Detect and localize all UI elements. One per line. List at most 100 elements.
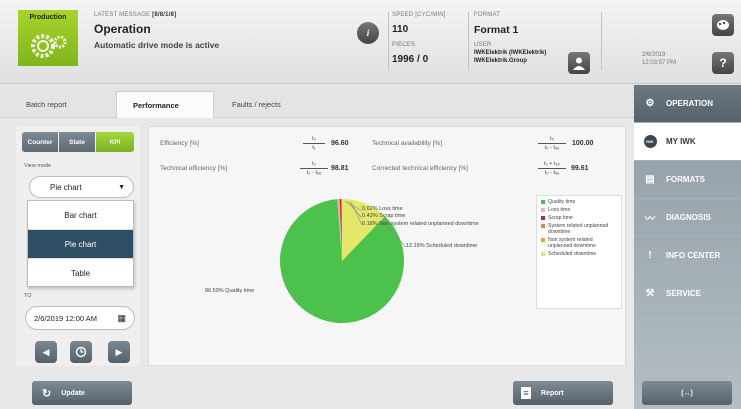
annotation-scheduled-downtime: 12.18% Scheduled downtime bbox=[406, 243, 478, 249]
waveform-icon: 〰 bbox=[645, 214, 655, 225]
speed-caption: SPEED [CYC/MIN] bbox=[392, 12, 446, 18]
nav-label: INFO CENTER bbox=[666, 251, 721, 260]
divider bbox=[388, 12, 389, 70]
legend-item: Scheduled downtime bbox=[541, 251, 617, 257]
chevron-down-icon: ▼ bbox=[118, 184, 125, 191]
option-table[interactable]: Table bbox=[28, 259, 133, 288]
help-button[interactable]: ? bbox=[712, 52, 734, 74]
format-caption: FORMAT bbox=[474, 12, 501, 18]
user-group: IWKElektrik.Group bbox=[474, 58, 528, 64]
report-button[interactable]: ≡ Report bbox=[513, 381, 613, 405]
legend-label: Loss time bbox=[548, 207, 571, 213]
gears-icon bbox=[31, 34, 67, 58]
report-label: Report bbox=[541, 389, 564, 397]
wrench-icon: ⚒ bbox=[645, 288, 655, 299]
user-icon[interactable] bbox=[568, 52, 590, 74]
date-display: 2/6/2019 bbox=[642, 52, 666, 58]
palette-icon[interactable] bbox=[712, 14, 734, 36]
refresh-icon: ↻ bbox=[42, 387, 52, 400]
user-name: IWKElektrik (IWKElektrik) bbox=[474, 50, 547, 56]
user-caption: USER bbox=[474, 42, 492, 48]
segment-counter[interactable]: Counter bbox=[22, 132, 58, 152]
next-button[interactable]: ▶ bbox=[108, 341, 130, 363]
legend-label: Scheduled downtime bbox=[548, 251, 597, 257]
view-mode-select[interactable]: Pie chart ▼ bbox=[29, 176, 134, 198]
nav-label: MY IWK bbox=[666, 137, 696, 146]
document-icon: ▤ bbox=[645, 174, 655, 185]
nav-info-center[interactable]: ! INFO CENTER bbox=[634, 237, 741, 275]
speed-value: 110 bbox=[392, 24, 409, 35]
document-icon: ≡ bbox=[521, 387, 531, 399]
to-date-input[interactable]: 2/6/2019 12:00 AM ▦ bbox=[25, 306, 135, 330]
legend-item: Scrap time bbox=[541, 215, 617, 221]
production-label: Production bbox=[29, 14, 67, 21]
legend-item: Non system related unplanned downtime bbox=[541, 237, 617, 249]
production-tile[interactable]: Production bbox=[18, 10, 78, 66]
divider bbox=[601, 12, 602, 70]
legend-swatch bbox=[541, 200, 545, 204]
main-navigation: ⚙ OPERATION IWK MY IWK ▤ FORMATS 〰 DIAGNOSIS… bbox=[634, 85, 741, 409]
nav-label: DIAGNOSIS bbox=[666, 213, 711, 222]
zoom-button[interactable] bbox=[70, 341, 92, 363]
legend-swatch bbox=[541, 238, 545, 242]
calendar-icon[interactable]: ▦ bbox=[117, 313, 126, 324]
segment-kpi[interactable]: KPI bbox=[96, 132, 134, 152]
tab-performance[interactable]: Performance bbox=[116, 91, 214, 118]
annotation-quality-time: 86.59% Quality time bbox=[205, 288, 255, 294]
tab-faults-rejects[interactable]: Faults / rejects bbox=[216, 91, 291, 118]
time-display: 12:03:57 PM bbox=[642, 60, 677, 66]
divider bbox=[468, 12, 469, 70]
legend-swatch bbox=[541, 224, 545, 228]
info-icon[interactable]: i bbox=[357, 22, 379, 44]
update-label: Update bbox=[61, 389, 85, 397]
legend-swatch bbox=[541, 208, 545, 212]
message-title: Operation bbox=[94, 22, 151, 36]
legend-label: Non system related unplanned downtime bbox=[548, 237, 596, 249]
view-mode-caption: View mode bbox=[24, 163, 52, 169]
legend-label: System related unplanned downtime bbox=[548, 223, 609, 235]
nav-operation[interactable]: ⚙ OPERATION bbox=[634, 85, 741, 123]
option-bar-chart[interactable]: Bar chart bbox=[28, 201, 133, 230]
chart-legend: Quality time Loss time Scrap time System… bbox=[536, 195, 622, 309]
legend-label: Scrap time bbox=[548, 215, 573, 221]
view-mode-menu: Bar chart Pie chart Table bbox=[27, 200, 134, 287]
legend-swatch bbox=[541, 252, 545, 256]
legend-item: Quality time bbox=[541, 199, 617, 205]
update-button[interactable]: ↻ Update bbox=[32, 381, 132, 405]
option-pie-chart[interactable]: Pie chart bbox=[28, 230, 133, 259]
tab-batch-report[interactable]: Batch report bbox=[10, 91, 77, 118]
gears-icon: ⚙ bbox=[645, 98, 655, 109]
annotation-loss-time: 0.62% Loss time bbox=[362, 206, 403, 212]
pieces-caption: PIECES bbox=[392, 42, 416, 48]
nav-label: FORMATS bbox=[666, 175, 705, 184]
legend-item: Loss time bbox=[541, 207, 617, 213]
arrow-left-icon: ◀ bbox=[42, 346, 50, 357]
fullscreen-icon: (↔) bbox=[681, 389, 693, 397]
prev-button[interactable]: ◀ bbox=[35, 341, 57, 363]
nav-formats[interactable]: ▤ FORMATS bbox=[634, 161, 741, 199]
annotation-scrap-time: 0.43% Scrap time bbox=[362, 213, 406, 219]
nav-my-iwk[interactable]: IWK MY IWK bbox=[634, 123, 741, 161]
nav-service[interactable]: ⚒ SERVICE bbox=[634, 275, 741, 313]
to-date-value: 2/6/2019 12:00 AM bbox=[34, 313, 97, 323]
pieces-value: 1996 / 0 bbox=[392, 54, 429, 65]
info-icon: ! bbox=[648, 250, 652, 261]
fullscreen-button[interactable]: (↔) bbox=[642, 381, 732, 405]
iwk-logo-icon: IWK bbox=[642, 135, 658, 148]
nav-label: SERVICE bbox=[666, 289, 701, 298]
format-value: Format 1 bbox=[474, 24, 519, 36]
latest-message-caption: LATEST MESSAGE [8/8/1/8] bbox=[94, 12, 177, 18]
legend-item: System related unplanned downtime bbox=[541, 223, 617, 235]
header-bar: Production LATEST MESSAGE [8/8/1/8] Oper… bbox=[0, 0, 741, 84]
annotation-non-system-downtime: 0.18% Non system related unplanned downt… bbox=[362, 221, 479, 227]
tab-bar: Batch report Performance Faults / reject… bbox=[0, 85, 634, 118]
segment-state[interactable]: State bbox=[59, 132, 95, 152]
nav-label: OPERATION bbox=[666, 99, 713, 108]
nav-diagnosis[interactable]: 〰 DIAGNOSIS bbox=[634, 199, 741, 237]
legend-swatch bbox=[541, 216, 545, 220]
to-caption: TO bbox=[24, 293, 32, 299]
message-text: Automatic drive mode is active bbox=[94, 40, 220, 50]
clock-icon bbox=[75, 346, 87, 358]
view-mode-value: Pie chart bbox=[50, 182, 82, 192]
legend-label: Quality time bbox=[548, 199, 576, 205]
